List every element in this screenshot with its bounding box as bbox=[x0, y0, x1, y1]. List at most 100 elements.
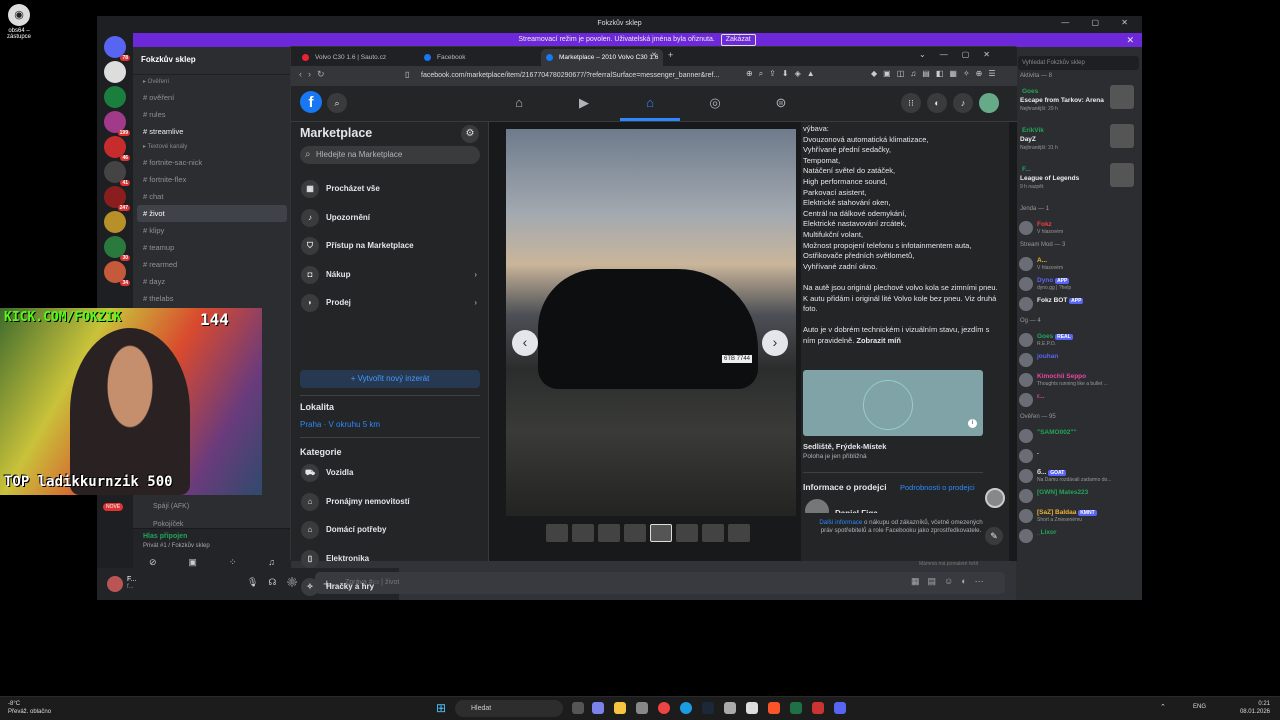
channel-item[interactable]: # fortnite-sac-nick bbox=[133, 154, 291, 171]
menu-browse-all[interactable]: ▦ Procházet vše bbox=[299, 178, 481, 200]
thumbnail[interactable] bbox=[702, 524, 724, 542]
location-map[interactable]: i bbox=[803, 370, 983, 436]
member-item[interactable]: "SAMO002"" bbox=[1016, 426, 1142, 446]
thumbnail[interactable] bbox=[676, 524, 698, 542]
gear-icon[interactable]: ⚙ bbox=[461, 125, 479, 143]
message-tools[interactable]: ▦▤☺◐⋯ bbox=[911, 576, 992, 587]
show-less-link[interactable]: Zobrazit míň bbox=[856, 336, 901, 345]
channel-item[interactable]: # chat bbox=[133, 188, 291, 205]
member-item[interactable]: _Lixor bbox=[1016, 526, 1142, 546]
tray-chevron-icon[interactable]: ⌃ bbox=[1160, 703, 1166, 711]
member-item[interactable]: Fokz BOT APP bbox=[1016, 294, 1142, 314]
more-info-link[interactable]: Další informace bbox=[819, 519, 862, 526]
thumbnail[interactable] bbox=[546, 524, 568, 542]
menu-access[interactable]: ⛉ Přístup na Marketplace bbox=[299, 235, 481, 257]
nav-buttons[interactable]: ‹›↻ bbox=[299, 69, 331, 80]
channel-category[interactable]: ▸ Textové kanály bbox=[133, 140, 291, 154]
category-home[interactable]: ⌂ Domácí potřeby bbox=[299, 519, 481, 541]
settings-icon[interactable] bbox=[724, 702, 736, 714]
member-search[interactable]: Vyhledat Fokzkův sklep bbox=[1018, 56, 1139, 70]
start-icon[interactable]: ⊞ bbox=[436, 702, 448, 714]
extension-icons[interactable]: ⊕⌕⇪⬇◈▲ bbox=[746, 69, 821, 79]
voice-channel[interactable]: Privát #1 / Fokzkův sklep bbox=[143, 543, 210, 549]
edge-icon[interactable] bbox=[680, 702, 692, 714]
screen-share-icon[interactable]: ▣ bbox=[188, 557, 197, 568]
member-item[interactable]: Kimochii Seppo Thoughts running like a bu… bbox=[1016, 370, 1142, 390]
chrome-icon[interactable] bbox=[658, 702, 670, 714]
member-item[interactable]: Dyno APP dyno.gg | ?help bbox=[1016, 274, 1142, 294]
url-field[interactable]: facebook.com/marketplace/item/2167704780… bbox=[421, 69, 741, 83]
server-icon[interactable]: 30 bbox=[104, 236, 130, 261]
language-indicator[interactable]: ENG bbox=[1193, 704, 1206, 710]
info-icon[interactable]: i bbox=[968, 419, 977, 428]
server-name[interactable]: Fokzkův sklep bbox=[133, 47, 291, 75]
thumbnail[interactable] bbox=[572, 524, 594, 542]
category-rentals[interactable]: ⌂ Pronájmy nemovitostí bbox=[299, 491, 481, 513]
tab-marketplace[interactable]: Marketplace – 2010 Volvo C30 1.6 bbox=[541, 49, 663, 66]
soundboard-icon[interactable]: ♫ bbox=[268, 557, 275, 568]
next-photo-button[interactable]: › bbox=[762, 330, 788, 356]
server-icon[interactable]: 34 bbox=[104, 261, 130, 286]
window-controls[interactable]: ⌄—▢✕ bbox=[919, 50, 1004, 59]
activities-icon[interactable]: ⁘ bbox=[229, 557, 237, 568]
disable-button[interactable]: Zakázat bbox=[720, 34, 756, 46]
channel-item[interactable]: # teamup bbox=[133, 239, 291, 256]
gaming-icon[interactable]: ⊜ bbox=[771, 95, 791, 111]
server-icon[interactable]: 247 bbox=[104, 186, 130, 211]
activity-card[interactable]: Goes Escape from Tarkov: Arena Nejhranější… bbox=[1016, 85, 1142, 123]
member-item[interactable]: б... GOAT Na Damu rozdávali zadarmo do... bbox=[1016, 466, 1142, 486]
channel-item[interactable]: # streamlive bbox=[133, 123, 291, 140]
menu-notifications[interactable]: ♪ Upozornění bbox=[299, 207, 481, 229]
tab-facebook[interactable]: Facebook bbox=[419, 49, 539, 66]
channel-item[interactable]: # klipy bbox=[133, 222, 291, 239]
thumbnail[interactable] bbox=[728, 524, 750, 542]
channel-pokojicek[interactable]: Pokojíček bbox=[153, 521, 183, 528]
bookmark-icon[interactable]: ▯ bbox=[405, 70, 409, 79]
server-icon[interactable] bbox=[104, 211, 126, 233]
thumbnail-active[interactable] bbox=[650, 524, 672, 542]
weather-widget[interactable]: -8°C Převáž. oblačno bbox=[8, 700, 51, 716]
activity-card[interactable]: F... League of Legends 9 h nazpět bbox=[1016, 163, 1142, 201]
channel-item[interactable]: # rules bbox=[133, 106, 291, 123]
server-icon[interactable]: 78 bbox=[104, 36, 130, 61]
channel-item[interactable]: # ověření bbox=[133, 89, 291, 106]
server-icon[interactable]: 46 bbox=[104, 136, 130, 161]
explorer-icon[interactable] bbox=[614, 702, 626, 714]
messenger-icon[interactable]: ◐ bbox=[927, 93, 947, 113]
notifications-icon[interactable]: ♪ bbox=[953, 93, 973, 113]
menu-buying[interactable]: ◘ Nákup › bbox=[299, 264, 481, 286]
member-item[interactable]: . bbox=[1016, 446, 1142, 466]
excel-icon[interactable] bbox=[790, 702, 802, 714]
create-listing-button[interactable]: + Vytvořit nový inzerát bbox=[300, 370, 480, 388]
marketplace-icon[interactable]: ⌂ bbox=[640, 95, 660, 111]
category-electronics[interactable]: ▯ Elektronika bbox=[299, 548, 481, 570]
channel-item[interactable]: # dayz bbox=[133, 273, 291, 290]
channel-item[interactable]: # rearmed bbox=[133, 256, 291, 273]
steam-icon[interactable] bbox=[702, 702, 714, 714]
channel-category[interactable]: ▸ Ověření bbox=[133, 75, 291, 89]
video-icon[interactable]: ▶ bbox=[574, 95, 594, 111]
thumbnail[interactable] bbox=[598, 524, 620, 542]
toolbar-icons[interactable]: ◆▣◫♫▤◧▦✧⊕☰ bbox=[871, 69, 1002, 78]
tab-sauto[interactable]: Volvo C30 1.6 | Sauto.cz bbox=[297, 49, 417, 66]
app-icon[interactable] bbox=[636, 702, 648, 714]
channel-item[interactable]: # život bbox=[137, 205, 287, 222]
server-icon[interactable] bbox=[104, 86, 126, 108]
voice-status[interactable]: Hlas připojen bbox=[143, 533, 187, 540]
compose-icon[interactable]: ✎ bbox=[985, 527, 1003, 545]
server-icon[interactable]: 199 bbox=[104, 111, 130, 136]
discord-icon[interactable] bbox=[834, 702, 846, 714]
new-tab-icon[interactable]: + bbox=[668, 50, 673, 60]
taskbar-search[interactable]: Hledat bbox=[455, 700, 563, 717]
server-icon[interactable]: 41 bbox=[104, 161, 130, 186]
close-tab-icon[interactable]: ✕ bbox=[651, 51, 657, 59]
groups-icon[interactable]: ◎ bbox=[705, 95, 725, 111]
listing-photo[interactable]: 6TB 7744 bbox=[506, 129, 796, 516]
profile-avatar[interactable] bbox=[979, 93, 999, 113]
search-icon[interactable]: ⌕ bbox=[327, 93, 347, 113]
member-item[interactable]: Fokz V hlasovém bbox=[1016, 218, 1142, 238]
member-item[interactable]: A... V hlasovém bbox=[1016, 254, 1142, 274]
teams-icon[interactable] bbox=[592, 702, 604, 714]
category-vehicles[interactable]: ⛟ Vozidla bbox=[299, 462, 481, 484]
channel-afk[interactable]: Spájí (AFK) bbox=[153, 503, 189, 510]
